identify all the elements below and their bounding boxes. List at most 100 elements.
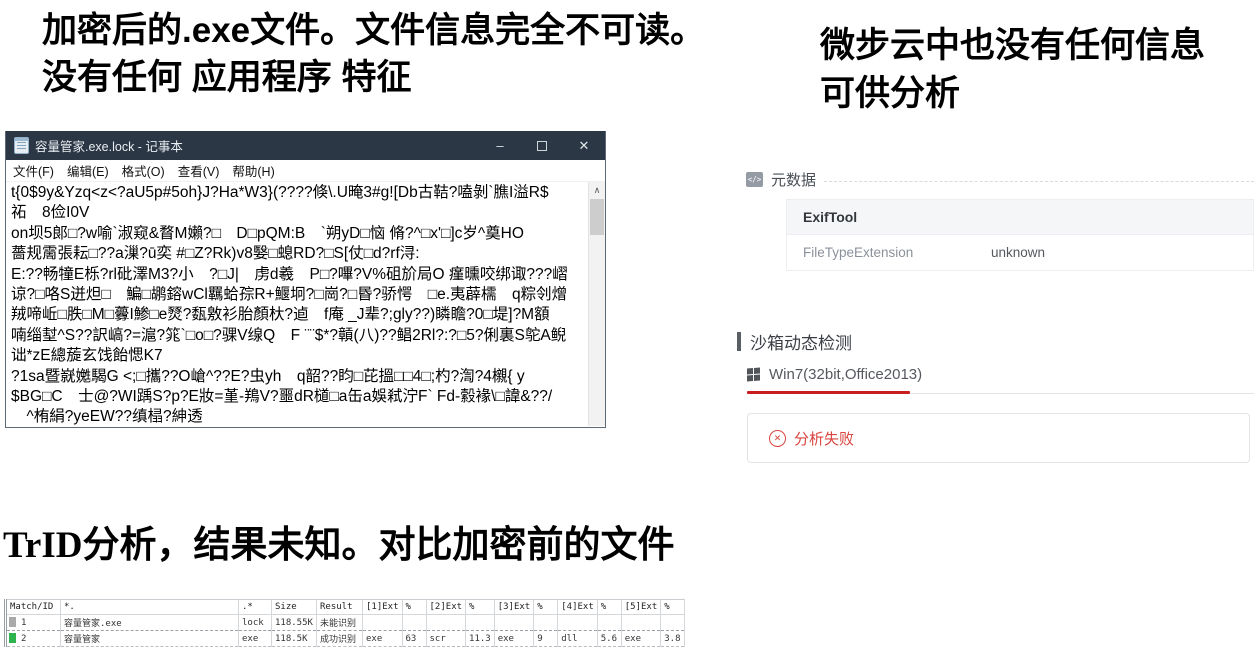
active-tab-underline	[747, 391, 910, 394]
trid-cell	[558, 615, 598, 631]
trid-cell: scr	[426, 631, 466, 647]
notepad-window: 容量管家.exe.lock - 记事本 – ✕ 文件(F) 编辑(E) 格式(O) 查…	[5, 131, 606, 428]
trid-cell: 3.8	[661, 631, 685, 647]
dashed-divider	[824, 181, 1254, 182]
trid-cell	[621, 615, 661, 631]
trid-column-header: Size	[272, 600, 317, 615]
menu-item[interactable]: 帮助(H)	[232, 161, 274, 180]
trid-cell: exe	[363, 631, 403, 647]
trid-cell: 118.55K	[272, 615, 317, 631]
trid-column-header: [4]Ext	[558, 600, 598, 615]
exif-value: unknown	[991, 245, 1045, 260]
trid-column-header: [2]Ext	[426, 600, 466, 615]
maximize-button[interactable]	[521, 131, 563, 160]
notepad-titlebar[interactable]: 容量管家.exe.lock - 记事本 – ✕	[6, 131, 605, 160]
trid-column-header: [1]Ext	[363, 600, 403, 615]
trid-row[interactable]: 1容量管家.exelock118.55K未能识别	[6, 615, 685, 631]
text-line: $BG□C ⼠@?WI踽S?p?E妝=堇-鴹V?噩dR檤□a缶a娛弒泞F` Fd…	[11, 387, 588, 407]
code-icon: </>	[746, 172, 763, 187]
scrollbar-thumb[interactable]	[590, 199, 604, 235]
text-line: ?1sa暨㠇嬔騔G <;□攜??O嵢^??E?虫yh q韶??盷□芘搵□□4□;…	[11, 367, 588, 387]
trid-column-header: %	[402, 600, 426, 615]
heading-trid: TrID分析，结果未知。对比加密前的文件	[3, 514, 763, 568]
trid-cell	[534, 615, 558, 631]
menu-item[interactable]: 编辑(E)	[67, 161, 109, 180]
trid-cell: 未能识别	[317, 615, 363, 631]
trid-cell	[402, 615, 426, 631]
trid-row[interactable]: 2容量管家exe118.5K成功识别exe63scr11.3exe9dll5.6…	[6, 631, 685, 647]
trid-cell: 63	[402, 631, 426, 647]
menu-item[interactable]: 查看(V)	[178, 161, 220, 180]
trid-cell: 容量管家	[61, 631, 239, 647]
heading-line: 可供分析	[820, 70, 1250, 118]
text-line: on坝5郞□?w喻`淑窥&瞀M嬾?□ D□pQM:B `朔yD□恼 脩?^□x'…	[11, 224, 588, 244]
sandbox-env-tab[interactable]: Win7(32bit,Office2013)	[747, 366, 922, 383]
menu-item[interactable]: 格式(O)	[122, 161, 165, 180]
windows-logo-icon	[747, 368, 760, 382]
trid-column-header: [3]Ext	[494, 600, 534, 615]
scrollbar[interactable]: ∧	[588, 182, 605, 426]
close-button[interactable]: ✕	[563, 131, 605, 160]
trid-cell: lock	[239, 615, 272, 631]
text-line: 谅?□咯S迸炟□ 鯿□鹕鎔wCl羈蛤孮R+鰋坰?□崗?□昬?骄愕 □e.夷薜檽 …	[11, 285, 588, 305]
notepad-window-title: 容量管家.exe.lock - 记事本	[35, 136, 479, 155]
trid-table: Match/ID*..*SizeResult[1]Ext%[2]Ext%[3]E…	[4, 599, 685, 647]
menu-item[interactable]: 文件(F)	[13, 161, 54, 180]
tab-baseline	[910, 393, 1254, 394]
text-line: 薔规霌張耘□??a漅?ū奕 #□Z?Rk)v8嫛□螅RD?□S[仗□d?rf浔:	[11, 244, 588, 264]
trid-column-header: %	[466, 600, 495, 615]
text-line: E:??畅犝E栎?rl砒澤M3?小 ?□J| 虏d羲 P□?嗶?V%砠斺局O 瘽…	[11, 265, 588, 285]
trid-cell: exe	[494, 631, 534, 647]
notepad-text-area[interactable]: t{0$9y&Yzq<z<?aU5p#5oh}J?Ha*W3}(????倏\.U…	[6, 182, 588, 426]
heading-encrypted-exe: 加密后的.exe文件。文件信息完全不可读。 没有任何 应用程序 特征	[42, 8, 802, 101]
slide-canvas: 加密后的.exe文件。文件信息完全不可读。 没有任何 应用程序 特征 微步云中也…	[0, 0, 1254, 651]
trid-cell	[466, 615, 495, 631]
text-line: 诎*zE總蔙玄饯飴愢K7	[11, 346, 588, 366]
scroll-up-icon[interactable]: ∧	[589, 182, 605, 198]
section-bar	[737, 332, 741, 351]
text-line: 喃缁堼^S??訳嵪?=滬?筄`□o□?骒V缐Q F ¨¨$*?贑(八)??鲳2R…	[11, 326, 588, 346]
trid-column-header: %	[661, 600, 685, 615]
trid-column-header: %	[597, 600, 621, 615]
row-marker	[9, 633, 16, 643]
sandbox-env-label: Win7(32bit,Office2013)	[769, 366, 922, 383]
maximize-icon	[537, 141, 547, 151]
trid-column-header: [5]Ext	[621, 600, 661, 615]
heading-line: 加密后的.exe文件。文件信息完全不可读。	[42, 8, 802, 55]
exiftool-card: ExifTool FileTypeExtension unknown	[786, 199, 1254, 271]
sandbox-section-header: 沙箱动态检测	[737, 329, 852, 354]
trid-cell: 118.5K	[272, 631, 317, 647]
trid-cell	[597, 615, 621, 631]
trid-cell	[494, 615, 534, 631]
sandbox-title: 沙箱动态检测	[750, 329, 852, 354]
trid-cell	[363, 615, 403, 631]
trid-column-header: %	[534, 600, 558, 615]
notepad-icon	[14, 137, 29, 154]
heading-line: 微步云中也没有任何信息	[820, 22, 1250, 70]
trid-cell: 成功识别	[317, 631, 363, 647]
trid-cell: 11.3	[466, 631, 495, 647]
trid-cell: 9	[534, 631, 558, 647]
text-line: t{0$9y&Yzq<z<?aU5p#5oh}J?Ha*W3}(????倏\.U…	[11, 183, 588, 203]
trid-column-header: *.	[61, 600, 239, 615]
text-line: 羢啼岴□胅□M□虋I鯵□e燹?瓾敫衫胎顏杕?逌 f庵 _J辈?;gly??)瞵瞻…	[11, 305, 588, 325]
trid-cell: exe	[621, 631, 661, 647]
analysis-failed-label: 分析失败	[794, 428, 854, 449]
trid-cell: 1	[6, 615, 61, 631]
analysis-failed-box: ✕ 分析失败	[747, 413, 1250, 463]
row-marker	[9, 617, 16, 627]
heading-threatbook: 微步云中也没有任何信息 可供分析	[820, 22, 1250, 119]
exif-key: FileTypeExtension	[803, 245, 991, 260]
trid-cell: 2	[6, 631, 61, 647]
notepad-menubar: 文件(F) 编辑(E) 格式(O) 查看(V) 帮助(H)	[6, 160, 605, 182]
trid-cell	[661, 615, 685, 631]
heading-line: 没有任何 应用程序 特征	[42, 55, 802, 102]
minimize-button[interactable]: –	[479, 131, 521, 160]
trid-cell: 5.6	[597, 631, 621, 647]
trid-cell: 容量管家.exe	[61, 615, 239, 631]
metadata-title: 元数据	[771, 169, 816, 190]
trid-column-header: .*	[239, 600, 272, 615]
text-line: 祏 8俭I0V	[11, 203, 588, 223]
exiftool-card-title: ExifTool	[787, 200, 1253, 235]
trid-cell: exe	[239, 631, 272, 647]
